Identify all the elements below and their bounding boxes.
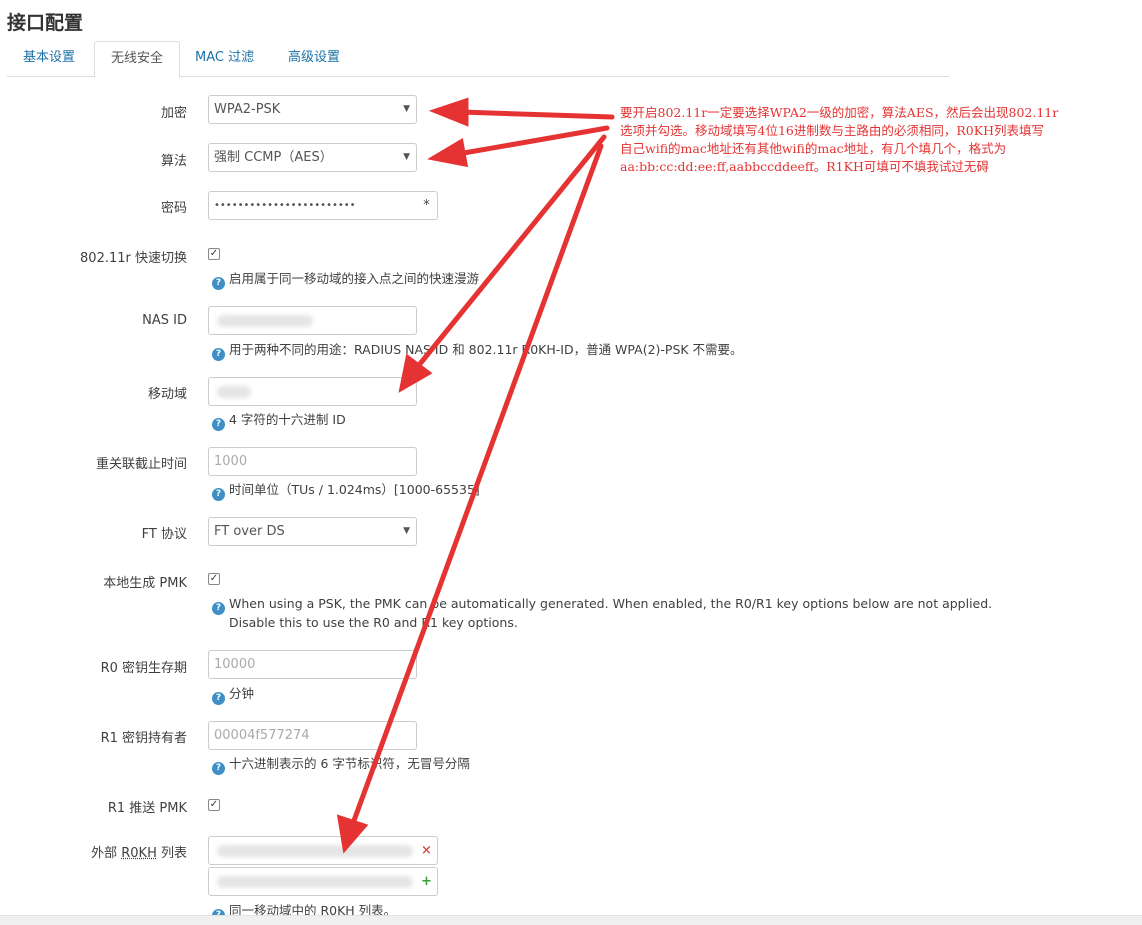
r0kh-new-input[interactable]	[208, 867, 417, 896]
r0kh-label-prefix: 外部	[91, 846, 122, 861]
arrow-to-cipher	[455, 125, 610, 157]
nas-id-help-text: 用于两种不同的用途：RADIUS NAS ID 和 802.11r R0KH-I…	[229, 342, 743, 357]
reassoc-deadline-label: 重关联截止时间	[95, 457, 187, 472]
local-pmk-label: 本地生成 PMK	[103, 576, 187, 591]
mobility-domain-input[interactable]	[208, 377, 417, 406]
tab-wireless-security[interactable]: 无线安全	[94, 41, 181, 78]
arrow-to-mobility-domain	[412, 134, 607, 373]
help-circle-icon: ?	[212, 418, 225, 431]
redacted-value	[217, 845, 413, 857]
nas-id-input[interactable]	[208, 306, 417, 335]
help-circle-icon: ?	[212, 692, 225, 705]
annotation-line: 选项并勾选。移动域填写4位16进制数与主路由的必须相同，R0KH列表填写	[620, 123, 1044, 138]
r0kh-label-suffix: 列表	[156, 846, 187, 861]
nas-id-help: ? 用于两种不同的用途：RADIUS NAS ID 和 802.11r R0KH-…	[212, 340, 743, 361]
r0-lifetime-help-text: 分钟	[229, 686, 255, 701]
redacted-value	[217, 315, 313, 327]
help-circle-icon: ?	[212, 348, 225, 361]
local-pmk-help-line1: When using a PSK, the PMK can be automat…	[229, 596, 993, 611]
r0-lifetime-label: R0 密钥生存期	[100, 661, 187, 676]
arrowhead	[428, 97, 469, 127]
nas-id-label: NAS ID	[142, 313, 187, 328]
caret-down-icon: ▼	[403, 152, 410, 162]
r0-lifetime-input[interactable]: 10000	[208, 650, 417, 679]
cipher-value: 强制 CCMP（AES）	[214, 150, 333, 165]
tab-basic-settings[interactable]: 基本设置	[7, 41, 91, 77]
r0kh-label: 外部 R0KH 列表	[91, 842, 187, 861]
encryption-value: WPA2-PSK	[214, 102, 281, 117]
r0kh-abbr: R0KH	[121, 846, 157, 861]
ft-help-text: 启用属于同一移动域的接入点之间的快速漫游	[229, 271, 480, 286]
remove-entry-button[interactable]: ×	[416, 836, 438, 865]
r1-push-label: R1 推送 PMK	[107, 801, 187, 816]
help-circle-icon: ?	[212, 762, 225, 775]
password-input[interactable]: ••••••••••••••••••••••••	[208, 191, 417, 220]
annotation-note: 要开启802.11r一定要选择WPA2一级的加密，算法AES，然后会出现802.…	[620, 104, 1140, 176]
page-title: 接口配置	[7, 12, 84, 34]
mobility-domain-help: ? 4 字符的十六进制 ID	[212, 410, 346, 431]
local-pmk-checkbox[interactable]: ✓	[208, 573, 220, 585]
cipher-select[interactable]: 强制 CCMP（AES） ▼	[208, 143, 417, 172]
arrow-to-encryption	[457, 109, 615, 120]
r1-push-checkbox[interactable]: ✓	[208, 799, 220, 811]
mobility-domain-help-text: 4 字符的十六进制 ID	[229, 412, 346, 427]
reassoc-deadline-help-text: 时间单位（TUs / 1.024ms）[1000-65535]	[229, 482, 480, 497]
tab-bar: 基本设置 无线安全 MAC 过滤 高级设置	[7, 41, 949, 78]
reassoc-deadline-input[interactable]: 1000	[208, 447, 417, 476]
checkmark-icon: ✓	[209, 799, 219, 810]
mobility-domain-label: 移动域	[147, 387, 187, 402]
caret-down-icon: ▼	[403, 526, 410, 536]
encryption-select[interactable]: WPA2-PSK ▼	[208, 95, 417, 124]
local-pmk-help: ? When using a PSK, the PMK can be automa…	[212, 594, 992, 615]
r1-holder-help: ? 十六进制表示的 6 字节标识符，无冒号分隔	[212, 754, 470, 775]
ft-label: 802.11r 快速切换	[80, 251, 187, 266]
r0kh-entry-input[interactable]	[208, 836, 417, 865]
help-circle-icon: ?	[212, 602, 225, 615]
checkmark-icon: ✓	[209, 573, 219, 584]
r1-holder-input[interactable]: 00004f577274	[208, 721, 417, 750]
ft-help: ? 启用属于同一移动域的接入点之间的快速漫游	[212, 269, 479, 290]
r0-lifetime-help: ? 分钟	[212, 684, 254, 705]
redacted-value	[217, 876, 413, 888]
add-entry-button[interactable]: +	[416, 867, 438, 896]
reassoc-deadline-help: ? 时间单位（TUs / 1.024ms）[1000-65535]	[212, 480, 480, 501]
caret-down-icon: ▼	[403, 104, 410, 114]
redacted-value	[217, 386, 251, 398]
password-label: 密码	[160, 201, 187, 216]
annotation-line: 自己wifi的mac地址还有其他wifi的mac地址，有几个填几个，格式为	[620, 141, 1007, 156]
local-pmk-help-line2: Disable this to use the R0 and R1 key op…	[229, 615, 518, 630]
help-circle-icon: ?	[212, 277, 225, 290]
ft-protocol-value: FT over DS	[214, 524, 285, 539]
cipher-label: 算法	[160, 154, 187, 169]
annotation-line: 要开启802.11r一定要选择WPA2一级的加密，算法AES，然后会出现802.…	[620, 105, 1059, 120]
annotation-line: aa:bb:cc:dd:ee:ff,aabbccddeeff。R1KH可填可不填…	[620, 159, 989, 174]
ft-protocol-select[interactable]: FT over DS ▼	[208, 517, 417, 546]
reveal-password-button[interactable]: *	[416, 191, 438, 220]
r1-holder-label: R1 密钥持有者	[100, 731, 187, 746]
ft-checkbox[interactable]: ✓	[208, 248, 220, 260]
checkmark-icon: ✓	[209, 248, 219, 259]
r1-holder-help-text: 十六进制表示的 6 字节标识符，无冒号分隔	[229, 756, 470, 771]
arrowhead	[427, 138, 469, 168]
help-circle-icon: ?	[212, 488, 225, 501]
tab-advanced-settings[interactable]: 高级设置	[272, 41, 356, 77]
ft-protocol-label: FT 协议	[141, 527, 187, 542]
encryption-label: 加密	[160, 106, 187, 121]
tab-mac-filter[interactable]: MAC 过滤	[179, 41, 270, 77]
bottom-scroll-edge	[0, 915, 1142, 925]
